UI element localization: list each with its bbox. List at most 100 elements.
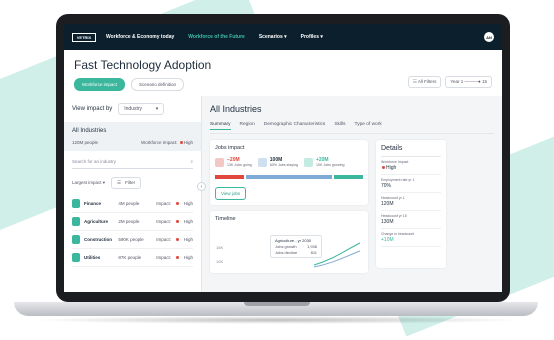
- jobs-going-stat: −20M 13K Jobs going: [215, 157, 252, 167]
- jobs-impact-card: Jobs impact −20M 13K Jobs going 100M 60% J…: [210, 140, 368, 205]
- main-tabs: Summary Region Demographic Characteristi…: [210, 122, 494, 134]
- detail-item: Change in headcount +10M: [381, 229, 441, 247]
- view-by-value: Industry: [124, 106, 143, 112]
- nav-link-profiles[interactable]: Profiles ▾: [301, 34, 323, 40]
- view-by-row: View impact by Industry ▾: [72, 102, 193, 116]
- tooltip-line: Jobs decline 811: [275, 250, 317, 255]
- impact-dot-icon: [176, 202, 179, 205]
- detail-value: 120M: [381, 201, 394, 207]
- all-filters-label: All Filters: [417, 79, 437, 84]
- all-industries-item[interactable]: All Industries 120M people Workforce Imp…: [64, 122, 201, 151]
- nav-link-today[interactable]: Workforce & Economy today: [106, 34, 174, 40]
- tab-skills[interactable]: Skills: [334, 122, 345, 130]
- year-start: 1: [460, 79, 464, 84]
- year-end: 15: [481, 79, 487, 84]
- tooltip-line-value: 811: [310, 250, 317, 255]
- industry-impact: High: [183, 255, 193, 260]
- view-by-select[interactable]: Industry ▾: [118, 103, 165, 115]
- detail-value: High: [381, 165, 441, 171]
- tab-region[interactable]: Region: [240, 122, 255, 130]
- user-avatar[interactable]: AN: [484, 32, 494, 42]
- detail-value: 70%: [381, 183, 392, 189]
- industry-people: 590K people: [118, 237, 144, 242]
- tab-demographics[interactable]: Demographic Characteristics: [264, 122, 326, 130]
- list-item[interactable]: Construction 590K people Impact: High: [72, 231, 193, 249]
- list-item[interactable]: Utilities 87K people Impact: High: [72, 249, 193, 267]
- app-logo[interactable]: VETRIX: [72, 32, 96, 42]
- detail-value: 130M: [381, 219, 394, 225]
- year-label: Year: [450, 79, 460, 84]
- bar-segment-growing: [334, 175, 363, 179]
- detail-label: Change in headcount: [381, 232, 415, 236]
- detail-item: Headcount yr 1 120M: [381, 193, 441, 211]
- impact-dot-icon: [179, 141, 183, 144]
- laptop-shadow: [30, 316, 524, 324]
- year-slider[interactable]: Year 1 ———● 15: [445, 76, 492, 88]
- detail-item: Workforce Impact High: [381, 157, 441, 175]
- impact-value: High: [183, 140, 193, 145]
- detail-label: Employment rate yr 1: [381, 178, 415, 182]
- view-jobs-button[interactable]: View jobs: [215, 187, 247, 200]
- timeline-card: Timeline 15K 10K Agriculture - yr 2030 J…: [210, 211, 368, 273]
- detail-item: Headcount yr 15 130M: [381, 211, 441, 229]
- main-content: View impact by Industry ▾ All Industries …: [64, 96, 502, 292]
- jobs-staying-stat: 100M 60% Jobs staying: [257, 157, 298, 167]
- impact-label: Workforce Impact:: [141, 140, 178, 145]
- sort-select[interactable]: Largest impact ▾: [72, 180, 105, 186]
- tab-scenario-definition[interactable]: Scenario definition: [130, 78, 184, 91]
- industry-people: 2M people: [118, 219, 140, 224]
- jobs-distribution-bar: [215, 175, 363, 179]
- jobs-impact-title: Jobs impact: [215, 145, 245, 151]
- all-industries-stats: 120M people Workforce Impact: High: [72, 140, 193, 145]
- industry-icon: [72, 235, 81, 244]
- industry-sidebar: View impact by Industry ▾ All Industries …: [64, 96, 206, 292]
- industry-search-input[interactable]: Search for an industry ⌕: [72, 151, 193, 169]
- tab-summary[interactable]: Summary: [210, 122, 231, 130]
- industry-impact-label: Impact:: [156, 201, 172, 206]
- list-item[interactable]: Finance 4M people Impact: High: [72, 195, 193, 213]
- industry-list: Finance 4M people Impact: High Agricultur…: [72, 195, 193, 267]
- industry-icon: [72, 217, 81, 226]
- all-industries-title: All Industries: [72, 128, 107, 134]
- cards-row: Jobs impact −20M 13K Jobs going 100M 60% J…: [210, 140, 494, 273]
- person-icon: [257, 157, 267, 167]
- filter-label: Filter: [125, 180, 136, 185]
- impact-dot-icon: [176, 220, 179, 223]
- industry-impact: High: [183, 201, 193, 206]
- industry-impact: High: [183, 219, 193, 224]
- search-icon: ⌕: [190, 159, 193, 164]
- page-header: Fast Technology Adoption Workforce impac…: [64, 50, 502, 96]
- section-title: All Industries: [210, 104, 262, 114]
- timeline-tooltip: Agriculture - yr 2030 Jobs growth 1,938 J…: [270, 235, 322, 258]
- industry-name: Finance: [84, 201, 102, 206]
- top-nav: VETRIX Workforce & Economy today Workfor…: [64, 24, 502, 50]
- all-filters-button[interactable]: ☷ All Filters: [407, 76, 442, 88]
- sort-value: Largest impact: [72, 180, 102, 185]
- detail-item: Employment rate yr 1 70%: [381, 175, 441, 193]
- timeline-title: Timeline: [215, 216, 236, 222]
- filter-icon: ☰: [117, 180, 122, 185]
- list-item[interactable]: Agriculture 2M people Impact: High: [72, 213, 193, 231]
- tooltip-title: Agriculture - yr 2030: [275, 238, 312, 243]
- industry-name: Utilities: [84, 255, 101, 260]
- industry-icon: [72, 253, 81, 262]
- tab-type-of-work[interactable]: Type of work: [355, 122, 382, 130]
- details-panel: Details Workforce Impact High Employment …: [376, 140, 446, 268]
- industry-icon: [72, 199, 81, 208]
- jobs-growing-stat: +20M 10K Jobs growing: [303, 157, 345, 167]
- all-industries-people: 120M people: [72, 140, 99, 145]
- nav-link-future[interactable]: Workforce of the Future: [188, 34, 245, 40]
- detail-label: Headcount yr 1: [381, 196, 405, 200]
- detail-value-text: High: [386, 165, 397, 171]
- tooltip-line-label: Jobs decline: [275, 250, 298, 255]
- tab-workforce-impact[interactable]: Workforce impact: [74, 78, 125, 91]
- bar-segment-staying: [245, 175, 333, 179]
- industry-name: Agriculture: [84, 219, 109, 224]
- impact-dot-icon: [382, 166, 385, 169]
- filter-button[interactable]: ☰ Filter: [111, 177, 142, 189]
- laptop-notch: [244, 302, 310, 306]
- search-placeholder: Search for an industry: [72, 159, 117, 164]
- person-icon: [215, 157, 224, 167]
- detail-label: Headcount yr 15: [381, 214, 407, 218]
- nav-link-scenarios[interactable]: Scenarios ▾: [259, 34, 287, 40]
